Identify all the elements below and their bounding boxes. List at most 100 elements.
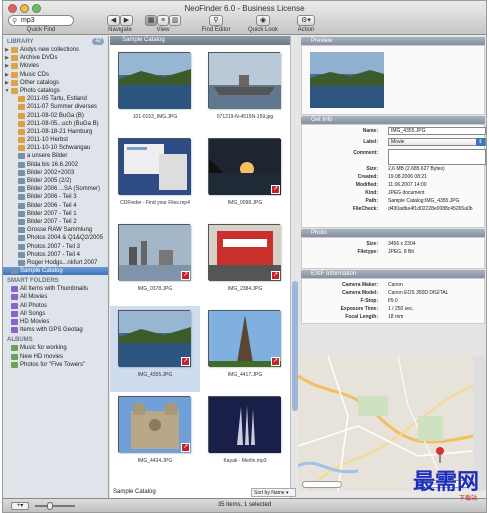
disclosure-triangle-icon[interactable]: ▶ <box>4 71 10 79</box>
thumbnail-cell[interactable]: ↗ IMG_0378.JPG <box>110 220 200 306</box>
library-item[interactable]: ▶ Music CDs <box>3 71 108 79</box>
exif-header[interactable]: EXIF Information <box>301 270 485 278</box>
thumbnail-cell[interactable]: 071219-N-4515N-159.jpg <box>200 48 290 134</box>
library-item[interactable]: 2011-08-18-21 Hamburg <box>3 128 108 136</box>
thumbnail-image[interactable] <box>118 310 191 367</box>
quick-look-button[interactable]: ◉ <box>256 15 270 26</box>
smart-item[interactable]: All Photos <box>3 302 108 310</box>
library-item[interactable]: ▶ Archive DVDs <box>3 54 108 62</box>
smart-item[interactable]: All Movies <box>3 293 108 301</box>
library-item[interactable]: Bilder 2007 - Teil 1 <box>3 210 108 218</box>
inspector-panel: Preview Get Info Name: IMG_4355.JPG Label… <box>298 36 486 356</box>
thumbnail-image[interactable] <box>208 310 281 367</box>
expand-icon[interactable]: ↗ <box>271 357 280 366</box>
expand-icon[interactable]: ↗ <box>271 271 280 280</box>
disclosure-triangle-icon[interactable]: ▼ <box>4 87 10 95</box>
disclosure-triangle-icon[interactable]: ▶ <box>4 46 10 54</box>
find-editor-button[interactable]: ⚲ <box>209 15 223 26</box>
photo-header[interactable]: Photo <box>301 229 485 237</box>
exif-box: Camera Maker: Canon Camera Model: Canon EOS… <box>301 278 485 324</box>
expand-icon[interactable]: ↗ <box>271 185 280 194</box>
library-item[interactable]: Bilder 2007 - Teil 2 <box>3 218 108 226</box>
thumbnail-cell[interactable]: ↗ IMG_2384.JPG <box>200 220 290 306</box>
library-item[interactable]: Bilder 2006 ...SA (Sommer) <box>3 185 108 193</box>
smart-item[interactable]: All Songs <box>3 310 108 318</box>
quick-find-input[interactable]: ⚲ mp3 <box>8 15 74 26</box>
library-item-label: Bilda bis 16.6.2002 <box>27 161 79 168</box>
comment-field[interactable] <box>388 149 486 165</box>
thumbnail-image[interactable] <box>118 396 191 453</box>
disclosure-triangle-icon[interactable]: ▶ <box>4 54 10 62</box>
expand-icon[interactable]: ↗ <box>181 357 190 366</box>
thumbnail-caption: CDFinder - Find your Files.mp4 <box>120 200 190 206</box>
thumbnail-image[interactable] <box>208 396 281 453</box>
library-item[interactable]: Grosse RAW Sammlung <box>3 226 108 234</box>
thumbnail-image[interactable] <box>118 138 191 195</box>
library-item[interactable]: ▶ Other catalogs <box>3 79 108 87</box>
album-item[interactable]: New HD movies <box>3 353 108 361</box>
thumbnail-cell[interactable]: ↗ IMG_4434.JPG <box>110 392 200 478</box>
library-item[interactable]: Bilder 2002+2003 <box>3 169 108 177</box>
thumbnail-cell[interactable]: ↗ IMG_4417.JPG <box>200 306 290 392</box>
album-item[interactable]: Music for working <box>3 344 108 352</box>
smart-item[interactable]: Items with GPS Geotag <box>3 326 108 334</box>
library-item[interactable]: Sample Catalog <box>3 267 108 276</box>
thumbnail-cell[interactable]: 101-0153_IMG.JPG <box>110 48 200 134</box>
label-select[interactable]: Movie ⇕ <box>388 138 486 146</box>
name-field[interactable]: IMG_4355.JPG <box>388 127 486 135</box>
library-item[interactable]: ▼ Photo catalogs <box>3 87 108 95</box>
library-item[interactable]: 2011-10 Herbst <box>3 136 108 144</box>
library-item[interactable]: ▶ Movies <box>3 62 108 70</box>
library-item[interactable]: Bilder 2005 (2/2) <box>3 177 108 185</box>
sort-popup[interactable]: Sort by Name ▾ <box>251 488 296 497</box>
back-button[interactable]: ◀ <box>107 15 120 26</box>
thumbnail-image[interactable] <box>208 52 281 109</box>
library-item[interactable]: Photos 2007 - Teil 3 <box>3 243 108 251</box>
thumbnail-image[interactable] <box>208 138 281 195</box>
expand-icon[interactable]: ↗ <box>181 271 190 280</box>
thumbnail-image[interactable] <box>208 224 281 281</box>
action-button[interactable]: ⚙▾ <box>297 15 315 26</box>
library-item[interactable]: Photos 2007 - Teil 4 <box>3 251 108 259</box>
library-item[interactable]: Bilda bis 16.6.2002 <box>3 161 108 169</box>
library-item-label: 2011-05 Tartu, Estland <box>27 96 87 103</box>
library-item[interactable]: Bilder 2006 - Teil 3 <box>3 193 108 201</box>
get-info-header[interactable]: Get Info <box>301 116 485 124</box>
grid-scrollbar[interactable] <box>290 36 298 498</box>
view-icons-button[interactable]: ▦ <box>145 15 157 26</box>
library-item[interactable]: 2011-10-10 Schwangau <box>3 144 108 152</box>
thumbnail-image[interactable] <box>118 52 191 109</box>
library-item-label: Music CDs <box>20 71 50 78</box>
thumbnail-cell[interactable]: CDFinder - Find your Files.mp4 <box>110 134 200 220</box>
view-list-button[interactable]: ≡ <box>157 15 169 26</box>
library-item[interactable]: Roger Hodgs...nkfurt 2007 <box>3 259 108 267</box>
album-item[interactable]: Photos for "Five Towers" <box>3 361 108 369</box>
library-item[interactable]: Photos 2004 & Q1&Q2/2005 <box>3 234 108 242</box>
album-item-label: Music for working <box>20 345 67 352</box>
expand-icon[interactable]: ↗ <box>181 443 190 452</box>
preview-header[interactable]: Preview <box>301 37 485 45</box>
forward-button[interactable]: ▶ <box>120 15 133 26</box>
find-editor-label: Find Editor <box>201 27 231 33</box>
library-item[interactable]: Bilder 2006 - Teil 4 <box>3 202 108 210</box>
disclosure-triangle-icon[interactable]: ▶ <box>4 79 10 87</box>
exif-key: Focal Length: <box>345 314 378 320</box>
library-item[interactable]: ▶ Andys new collections <box>3 46 108 54</box>
smart-item[interactable]: HD Movies <box>3 318 108 326</box>
thumbnail-cell[interactable]: ↗ IMG_4355.JPG <box>110 306 200 392</box>
library-item[interactable]: a unsere Bilder <box>3 152 108 160</box>
disclosure-triangle-icon[interactable]: ▶ <box>4 62 10 70</box>
kind-label: Kind: <box>365 190 378 196</box>
library-item[interactable]: 2011-07 Summer diverses <box>3 103 108 111</box>
library-item-label: 2011-07 Summer diverses <box>27 104 97 111</box>
thumbnail-cell[interactable]: Kayak - Merlin.mp3 <box>200 392 290 478</box>
smart-item[interactable]: All Items with Thumbnails <box>3 285 108 293</box>
map-zoom-control[interactable] <box>302 481 342 488</box>
search-icon: ⚲ <box>12 18 18 25</box>
thumbnail-image[interactable] <box>118 224 191 281</box>
library-item[interactable]: 2011-05 Tartu, Estland <box>3 95 108 103</box>
view-columns-button[interactable]: ▥ <box>169 15 181 26</box>
library-item[interactable]: 2011-08-02 BuGa (B) <box>3 112 108 120</box>
thumbnail-cell[interactable]: ↗ IMG_0098.JPG <box>200 134 290 220</box>
library-item[interactable]: 2011-08-05...uch (BuGa B) <box>3 120 108 128</box>
